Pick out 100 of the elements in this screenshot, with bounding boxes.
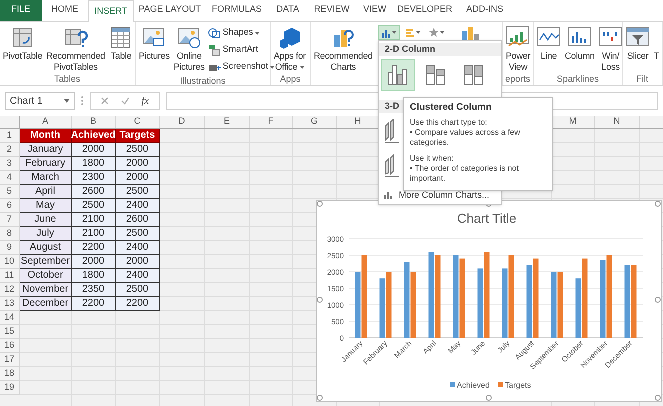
- shapes-icon: [208, 27, 221, 39]
- legend-swatch: [498, 382, 503, 387]
- button-label: Pictures: [139, 51, 170, 62]
- hexagon-icon: [278, 26, 302, 50]
- ribbon-tab[interactable]: VIEW: [356, 0, 394, 21]
- table-cell: 2000: [126, 172, 149, 184]
- resize-handle[interactable]: [486, 395, 492, 401]
- row-header[interactable]: 16: [4, 338, 14, 352]
- column-title: Targets: [120, 130, 156, 142]
- button-label: Line: [540, 51, 558, 62]
- column-title: Achieved: [71, 130, 116, 142]
- row-header[interactable]: 10: [4, 254, 14, 268]
- ribbon-tab[interactable]: DATA: [268, 0, 308, 21]
- caret-icon: [64, 99, 70, 103]
- table-cell: 2350: [82, 284, 105, 296]
- row-header[interactable]: 8: [6, 226, 12, 240]
- resize-handle[interactable]: [655, 395, 661, 401]
- row-header[interactable]: 17: [4, 352, 14, 366]
- row-header[interactable]: 7: [6, 212, 12, 226]
- table-cell: 2500: [82, 200, 105, 212]
- dropdown-button[interactable]: Office: [275, 62, 305, 73]
- star-icon: [428, 28, 439, 38]
- button-label: Table: [111, 51, 132, 62]
- table-cell: May: [36, 200, 55, 212]
- column-header[interactable]: F: [250, 116, 293, 128]
- table-icon: [109, 26, 134, 50]
- row-header[interactable]: 4: [6, 170, 12, 184]
- column-header[interactable]: G: [293, 116, 337, 128]
- resize-handle[interactable]: [317, 395, 323, 401]
- table-cell: October: [28, 270, 64, 282]
- table-cell: November: [22, 284, 69, 296]
- column-header[interactable]: A: [20, 116, 72, 128]
- table-cell: 2100: [82, 214, 105, 226]
- group-label: eports: [505, 73, 530, 85]
- column-header[interactable]: N: [595, 116, 640, 128]
- ribbon-tab[interactable]: HOME: [42, 0, 88, 21]
- column-header[interactable]: E: [205, 116, 250, 128]
- table-cell: 2400: [126, 200, 149, 212]
- column-chart-icon: [385, 119, 399, 143]
- button-label: Slicer: [627, 51, 649, 62]
- insert-function-button[interactable]: fx: [142, 94, 149, 108]
- table-cell: 2400: [126, 270, 149, 282]
- ribbon-tab[interactable]: PAGE LAYOUT: [134, 0, 206, 21]
- ribbon-button[interactable]: SmartArt: [208, 42, 276, 58]
- ribbon-tab[interactable]: DEVELOPER: [394, 0, 456, 21]
- check-icon[interactable]: [120, 97, 130, 105]
- table-cell: 2000: [82, 144, 105, 156]
- group-label: Illustrations: [180, 75, 226, 87]
- resize-handle[interactable]: [317, 297, 323, 303]
- row-header[interactable]: 6: [6, 198, 12, 212]
- name-box-text: Chart 1: [10, 94, 43, 108]
- row-header[interactable]: 14: [4, 310, 14, 324]
- row-header[interactable]: 1: [6, 128, 12, 142]
- ribbon-tab[interactable]: FORMULAS: [206, 0, 268, 21]
- resize-handle[interactable]: [317, 201, 323, 207]
- table-cell: 2200: [126, 298, 149, 310]
- row-header[interactable]: 5: [6, 184, 12, 198]
- button-label: T: [654, 51, 660, 62]
- row-header[interactable]: 19: [4, 380, 14, 394]
- table-cell: 2500: [126, 228, 149, 240]
- row-header[interactable]: 12: [4, 282, 14, 296]
- group-label: Sparklines: [556, 73, 600, 85]
- legend-swatch: [450, 382, 455, 387]
- row-header[interactable]: 3: [6, 156, 12, 170]
- row-header[interactable]: 15: [4, 324, 14, 338]
- ribbon-button[interactable]: Shapes: [208, 25, 276, 41]
- table-cell: March: [32, 172, 60, 184]
- caret-icon: [255, 32, 260, 34]
- caret-icon: [440, 31, 445, 34]
- table-cell: August: [30, 242, 62, 254]
- resize-handle[interactable]: [655, 297, 661, 303]
- column-header[interactable]: C: [116, 116, 160, 128]
- ribbon-button[interactable]: Screenshot: [208, 59, 276, 75]
- row-header[interactable]: 2: [6, 142, 12, 156]
- button-label: Pictures: [174, 62, 205, 73]
- column-chart-icon: [385, 153, 399, 177]
- button-label: View: [508, 62, 528, 73]
- table-cell: 2500: [126, 186, 149, 198]
- column-title: Month: [30, 130, 60, 142]
- row-header[interactable]: 13: [4, 296, 14, 310]
- column-header[interactable]: D: [160, 116, 205, 128]
- row-header[interactable]: 9: [6, 240, 12, 254]
- resize-handle[interactable]: [655, 201, 661, 207]
- chart-type-button[interactable]: [378, 25, 400, 40]
- diagram-icon: [208, 44, 221, 56]
- table-cell: 2300: [82, 172, 105, 184]
- table-cell: June: [34, 214, 56, 226]
- chart-option[interactable]: [381, 59, 415, 91]
- name-box[interactable]: Chart 1: [5, 92, 75, 110]
- ribbon-tab[interactable]: REVIEW: [308, 0, 356, 21]
- row-header[interactable]: 18: [4, 366, 14, 380]
- cancel-icon[interactable]: [101, 97, 109, 105]
- menu-section-title: 3-D: [385, 100, 400, 113]
- row-header[interactable]: 11: [4, 268, 14, 282]
- ribbon-tab[interactable]: FILE: [0, 0, 42, 21]
- ribbon-tab[interactable]: ADD-INS: [456, 0, 514, 21]
- ribbon-tab[interactable]: INSERT: [88, 0, 134, 22]
- menu-link[interactable]: More Column Charts...: [399, 188, 490, 202]
- column-header[interactable]: B: [72, 116, 116, 128]
- group-label: Apps: [280, 73, 301, 85]
